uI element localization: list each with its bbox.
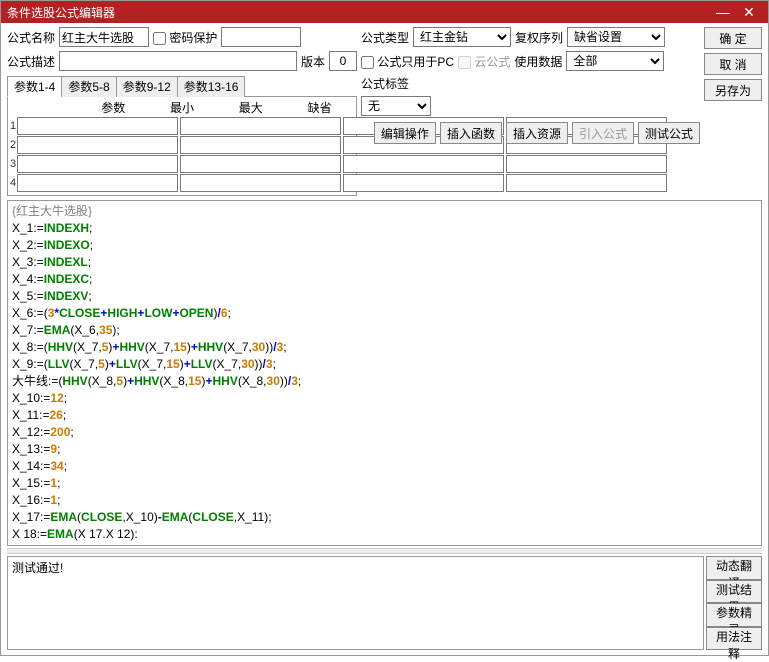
- param-row: 4: [10, 174, 354, 192]
- type-label: 公式类型: [361, 29, 409, 46]
- param-row: 3: [10, 155, 354, 173]
- name-label: 公式名称: [7, 29, 55, 46]
- edit-op-button[interactable]: 编辑操作: [374, 122, 436, 144]
- side-param-wizard-button[interactable]: 参数精灵: [706, 603, 762, 627]
- name-input[interactable]: [59, 27, 149, 47]
- param-tabs: 参数1-4 参数5-8 参数9-12 参数13-16: [7, 75, 357, 97]
- cloud-checkbox-wrap: 云公式: [458, 53, 510, 70]
- titlebar: 条件选股公式编辑器 — ✕: [1, 1, 768, 23]
- param-tab-2[interactable]: 参数5-8: [61, 76, 116, 97]
- version-label: 版本: [301, 53, 325, 70]
- type-select[interactable]: 红主金钻: [413, 27, 511, 47]
- password-checkbox[interactable]: [153, 32, 166, 45]
- param-grid: 参数 最小 最大 缺省 1234: [7, 97, 357, 196]
- side-test-result-button[interactable]: 测试结果: [706, 580, 762, 604]
- use-data-label: 使用数据: [514, 53, 562, 70]
- save-as-button[interactable]: 另存为: [704, 79, 762, 101]
- status-pane: 测试通过!: [7, 556, 704, 650]
- param-name-input[interactable]: [17, 155, 178, 173]
- param-row: 1: [10, 117, 354, 135]
- param-row: 2: [10, 136, 354, 154]
- param-min-input[interactable]: [180, 174, 341, 192]
- tag-label: 公式标签: [361, 75, 409, 92]
- desc-label: 公式描述: [7, 53, 55, 70]
- version-input[interactable]: [329, 51, 357, 71]
- insert-func-button[interactable]: 插入函数: [440, 122, 502, 144]
- param-tab-3[interactable]: 参数9-12: [116, 76, 178, 97]
- restore-label: 复权序列: [515, 29, 563, 46]
- param-min-input[interactable]: [180, 117, 341, 135]
- password-input[interactable]: [221, 27, 301, 47]
- tag-select[interactable]: 无: [361, 96, 431, 116]
- side-translate-button[interactable]: 动态翻译: [706, 556, 762, 580]
- param-name-input[interactable]: [17, 117, 178, 135]
- use-data-select[interactable]: 全部: [566, 51, 664, 71]
- splitter[interactable]: [7, 548, 762, 554]
- close-button[interactable]: ✕: [736, 4, 762, 21]
- desc-input[interactable]: [59, 51, 297, 71]
- minimize-button[interactable]: —: [710, 4, 736, 20]
- param-min-input[interactable]: [180, 155, 341, 173]
- password-checkbox-wrap[interactable]: 密码保护: [153, 29, 217, 46]
- cancel-button[interactable]: 取 消: [704, 53, 762, 75]
- pc-only-checkbox[interactable]: [361, 56, 374, 69]
- param-min-input[interactable]: [180, 136, 341, 154]
- cloud-checkbox: [458, 56, 471, 69]
- import-formula-button[interactable]: 引入公式: [572, 122, 634, 144]
- param-name-input[interactable]: [17, 136, 178, 154]
- window-title: 条件选股公式编辑器: [7, 4, 710, 21]
- param-name-input[interactable]: [17, 174, 178, 192]
- restore-select[interactable]: 缺省设置: [567, 27, 665, 47]
- param-tab-1[interactable]: 参数1-4: [7, 76, 62, 97]
- pc-only-checkbox-wrap[interactable]: 公式只用于PC: [361, 53, 454, 70]
- ok-button[interactable]: 确 定: [704, 27, 762, 49]
- param-tab-4[interactable]: 参数13-16: [177, 76, 246, 97]
- test-formula-button[interactable]: 测试公式: [638, 122, 700, 144]
- side-usage-button[interactable]: 用法注释: [706, 627, 762, 651]
- code-editor[interactable]: {红主大牛选股} X_1:=INDEXH; X_2:=INDEXO; X_3:=…: [7, 200, 762, 546]
- insert-res-button[interactable]: 插入资源: [506, 122, 568, 144]
